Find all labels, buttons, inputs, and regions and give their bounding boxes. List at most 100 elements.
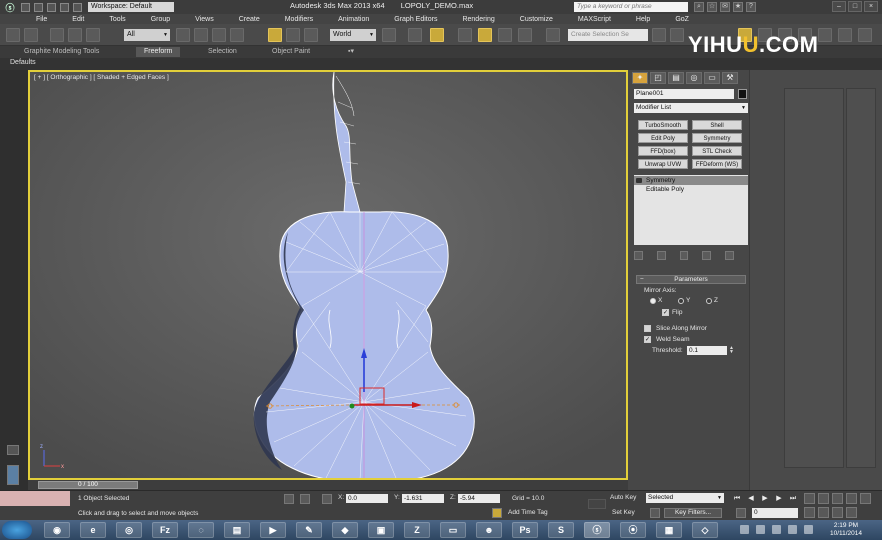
new-file-icon[interactable] [21, 2, 30, 12]
parameters-rollout-header[interactable]: Parameters [636, 275, 746, 284]
key-mode-dropdown[interactable]: Selected [646, 493, 724, 503]
lock-selection-icon[interactable] [284, 494, 294, 504]
close-icon[interactable]: × [864, 1, 878, 12]
maxscript-listener[interactable] [0, 491, 70, 506]
time-config-icon[interactable] [804, 493, 815, 504]
selection-filter-dropdown[interactable]: All [124, 29, 170, 41]
utilities-tab-icon[interactable]: ⚒ [722, 72, 738, 84]
percent-snap-icon[interactable] [498, 28, 512, 42]
remove-modifier-icon[interactable] [702, 250, 712, 260]
minimize-icon[interactable]: – [832, 1, 846, 12]
orthographic-viewport[interactable]: [ + ] [ Orthographic ] [ Shaded + Edged … [28, 70, 628, 480]
auto-key-button[interactable]: Auto Key [610, 494, 636, 501]
recorder-icon[interactable]: ⦿ [620, 522, 646, 538]
snaps-toggle-icon[interactable] [458, 28, 472, 42]
redo-icon[interactable] [73, 2, 82, 12]
tab-freeform[interactable]: Freeform [136, 47, 181, 57]
file-explorer-icon[interactable]: ▤ [224, 522, 250, 538]
app-icon[interactable]: S [548, 522, 574, 538]
folder-icon[interactable]: ▣ [368, 522, 394, 538]
menu-group[interactable]: Group [151, 16, 170, 23]
add-time-tag[interactable]: Add Time Tag [508, 509, 548, 516]
filezilla-icon[interactable]: Fz [152, 522, 178, 538]
stack-item-editable-poly[interactable]: Editable Poly [634, 185, 748, 194]
axis-z-radio[interactable] [706, 298, 712, 304]
gizmo-pivot[interactable] [349, 403, 355, 409]
spinner-snap-icon[interactable] [518, 28, 532, 42]
ribbon-options-icon[interactable]: ▪▾ [340, 47, 362, 57]
angle-snap-icon[interactable] [478, 28, 492, 42]
menu-help[interactable]: Help [636, 16, 650, 23]
play-icon[interactable]: ▶ [760, 494, 770, 504]
search-icon[interactable]: ⌕ [694, 2, 704, 12]
monitor-icon[interactable]: ▭ [440, 522, 466, 538]
volume-icon[interactable] [804, 525, 813, 534]
edit-named-selection-icon[interactable] [546, 28, 560, 42]
undo-scene-icon[interactable] [6, 28, 20, 42]
internet-explorer-icon[interactable]: e [80, 522, 106, 538]
object-color-swatch[interactable] [738, 89, 747, 99]
maximize-icon[interactable]: □ [848, 1, 862, 12]
viewport-layout-icon[interactable] [7, 445, 19, 455]
make-unique-icon[interactable] [679, 250, 689, 260]
modify-tab-icon[interactable]: ◰ [650, 72, 666, 84]
render-iterative-icon[interactable] [818, 28, 832, 42]
set-key-button[interactable]: Set Key [612, 509, 635, 516]
network-icon[interactable]: ◌ [188, 522, 214, 538]
undo-icon[interactable] [60, 2, 69, 12]
network-tray-icon[interactable] [788, 525, 797, 534]
flip-checkbox[interactable]: ✓ [662, 309, 669, 316]
viewport-config-icon[interactable] [7, 465, 19, 485]
stack-item-symmetry[interactable]: Symmetry [634, 176, 748, 185]
field-of-view-icon[interactable] [804, 507, 815, 518]
help-search-input[interactable]: Type a keyword or phrase [574, 2, 688, 12]
weld-seam-checkbox[interactable]: ✓ [644, 336, 651, 343]
ffd-box-button[interactable]: FFD(box) [638, 146, 688, 156]
unwrap-uvw-button[interactable]: Unwrap UVW [638, 159, 688, 169]
tray-app-icon[interactable] [740, 525, 749, 534]
axis-y-radio[interactable] [678, 298, 684, 304]
motion-tab-icon[interactable]: ◎ [686, 72, 702, 84]
select-and-rotate-icon[interactable] [286, 28, 300, 42]
communication-icon[interactable]: ✉ [720, 2, 730, 12]
go-to-start-icon[interactable]: ⏮ [732, 494, 742, 504]
object-name-field[interactable]: Plane001 [634, 89, 734, 99]
orbit-icon[interactable] [832, 507, 843, 518]
unlink-icon[interactable] [68, 28, 82, 42]
go-to-end-icon[interactable]: ⏭ [788, 494, 798, 504]
tab-selection[interactable]: Selection [200, 47, 245, 57]
window-crossing-icon[interactable] [230, 28, 244, 42]
menu-animation[interactable]: Animation [338, 16, 369, 23]
menu-modifiers[interactable]: Modifiers [285, 16, 313, 23]
menu-file[interactable]: File [36, 16, 47, 23]
viewport-canvas[interactable]: z x [30, 72, 626, 478]
key-filters-button[interactable]: Key Filters... [664, 508, 722, 518]
viewer-icon[interactable]: ▦ [656, 522, 682, 538]
previous-frame-icon[interactable]: ◀ [746, 494, 756, 504]
firefox-icon[interactable]: ◉ [44, 522, 70, 538]
x-coord-field[interactable]: 0.0 [346, 494, 388, 503]
select-by-name-icon[interactable] [194, 28, 208, 42]
open-file-icon[interactable] [34, 2, 43, 12]
zoom-all-icon[interactable] [832, 493, 843, 504]
next-frame-icon[interactable]: ▶ [774, 494, 784, 504]
app-logo-icon[interactable]: ⓢ [3, 0, 17, 14]
tab-object-paint[interactable]: Object Paint [264, 47, 318, 57]
tab-graphite-modeling-tools[interactable]: Graphite Modeling Tools [16, 47, 107, 57]
z-coord-field[interactable]: -5.94 [458, 494, 500, 503]
rectangular-selection-icon[interactable] [212, 28, 226, 42]
render-online-icon[interactable] [858, 28, 872, 42]
threshold-spinner-arrows[interactable]: ▲ ▼ [729, 346, 735, 355]
media-player-icon[interactable]: ▶ [260, 522, 286, 538]
y-coord-field[interactable]: -1.631 [402, 494, 444, 503]
bind-space-warp-icon[interactable] [86, 28, 100, 42]
system-clock[interactable]: 2:19 PM 10/11/2014 [826, 522, 866, 538]
zoom-extents-all-icon[interactable] [860, 493, 871, 504]
show-end-result-icon[interactable] [656, 250, 666, 260]
select-manipulate-icon[interactable] [408, 28, 422, 42]
modifier-list-dropdown[interactable]: Modifier List [634, 103, 748, 113]
activeshade-icon[interactable] [838, 28, 852, 42]
threshold-spinner[interactable]: 0.1 [687, 346, 727, 355]
edit-poly-button[interactable]: Edit Poly [638, 133, 688, 143]
unity-icon[interactable]: ◇ [692, 522, 718, 538]
